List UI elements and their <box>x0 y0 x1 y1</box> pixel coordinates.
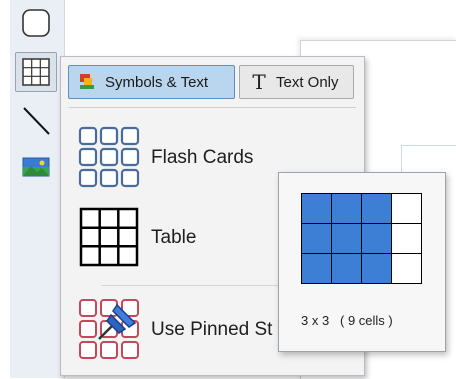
pinned-styles-icon <box>79 299 139 359</box>
symbols-icon <box>77 71 99 93</box>
grid-cell[interactable] <box>302 224 332 254</box>
line-tool[interactable] <box>15 100 57 140</box>
menu-divider <box>69 107 356 108</box>
grid-cell[interactable] <box>332 224 362 254</box>
grid-cell[interactable] <box>362 224 392 254</box>
image-icon <box>22 157 50 177</box>
table-icon <box>79 207 139 267</box>
grid-cell[interactable] <box>332 194 362 224</box>
grid-cell[interactable] <box>392 224 422 254</box>
grid-cell[interactable] <box>362 194 392 224</box>
grid-cells[interactable] <box>301 193 422 284</box>
image-tool[interactable] <box>15 148 57 188</box>
table-label: Table <box>151 227 197 248</box>
grid-cell[interactable] <box>302 254 332 284</box>
grid-cell[interactable] <box>392 194 422 224</box>
line-icon <box>23 107 50 135</box>
rounded-rectangle-icon <box>22 9 50 37</box>
use-pinned-styles-label: Use Pinned St <box>151 319 273 340</box>
symbols-and-text-label: Symbols & Text <box>105 73 209 91</box>
grid-size-picker: 3 x 3 ( 9 cells ) <box>278 172 446 352</box>
text-only-label: Text Only <box>276 73 339 91</box>
text-t-icon: T <box>252 70 266 94</box>
left-toolbar <box>10 0 65 378</box>
grid-tool[interactable] <box>15 52 57 92</box>
flash-cards-label: Flash Cards <box>151 147 254 168</box>
grid-size-label: 3 x 3 ( 9 cells ) <box>301 313 393 328</box>
text-only-button[interactable]: T Text Only <box>239 65 354 99</box>
flash-cards-icon <box>78 126 140 188</box>
grid-cell[interactable] <box>392 254 422 284</box>
grid-cell[interactable] <box>332 254 362 284</box>
symbols-and-text-button[interactable]: Symbols & Text <box>68 65 235 99</box>
grid-icon <box>22 58 50 86</box>
grid-cell[interactable] <box>302 194 332 224</box>
grid-cell[interactable] <box>362 254 392 284</box>
rounded-rectangle-tool[interactable] <box>15 4 57 44</box>
